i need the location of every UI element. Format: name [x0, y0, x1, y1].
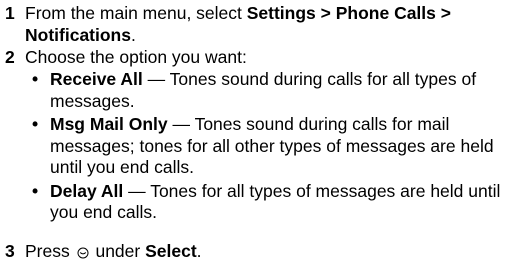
option-name: Delay All [50, 180, 124, 201]
bullet-icon: • [32, 69, 39, 89]
step-2: 2 Choose the option you want: [5, 47, 505, 69]
step-text-mid: under [90, 241, 146, 261]
bullet-icon: • [32, 180, 39, 201]
step-text: Press under Select. [25, 241, 505, 263]
bullet-icon: • [32, 114, 39, 134]
step-1: 1 From the main menu, select Settings > … [5, 3, 505, 46]
step-number: 2 [5, 47, 15, 67]
left-softkey-icon [77, 247, 89, 259]
step-text-end: . [196, 241, 202, 261]
option-list: • Receive All — Tones sound during calls… [32, 69, 502, 226]
step-text: From the main menu, select Settings > Ph… [25, 3, 505, 46]
softkey-label: Select [145, 241, 197, 261]
option-msg-mail-only: • Msg Mail Only — Tones sound during cal… [32, 114, 502, 179]
step-text: Choose the option you want: [25, 47, 247, 67]
step-3: 3 Press under Select. [5, 241, 505, 263]
step-text-lead: Press [25, 241, 75, 261]
step-number: 1 [5, 3, 15, 23]
option-receive-all: • Receive All — Tones sound during calls… [32, 69, 502, 112]
instructions: 1 From the main menu, select Settings > … [0, 0, 506, 263]
step-number: 3 [5, 241, 15, 261]
step-text-lead: From the main menu, select [25, 3, 247, 23]
step-text-end: . [130, 24, 136, 45]
option-name: Msg Mail Only [50, 114, 168, 134]
option-name: Receive All [50, 69, 143, 89]
option-delay-all: • Delay All — Tones for all types of mes… [32, 181, 502, 224]
